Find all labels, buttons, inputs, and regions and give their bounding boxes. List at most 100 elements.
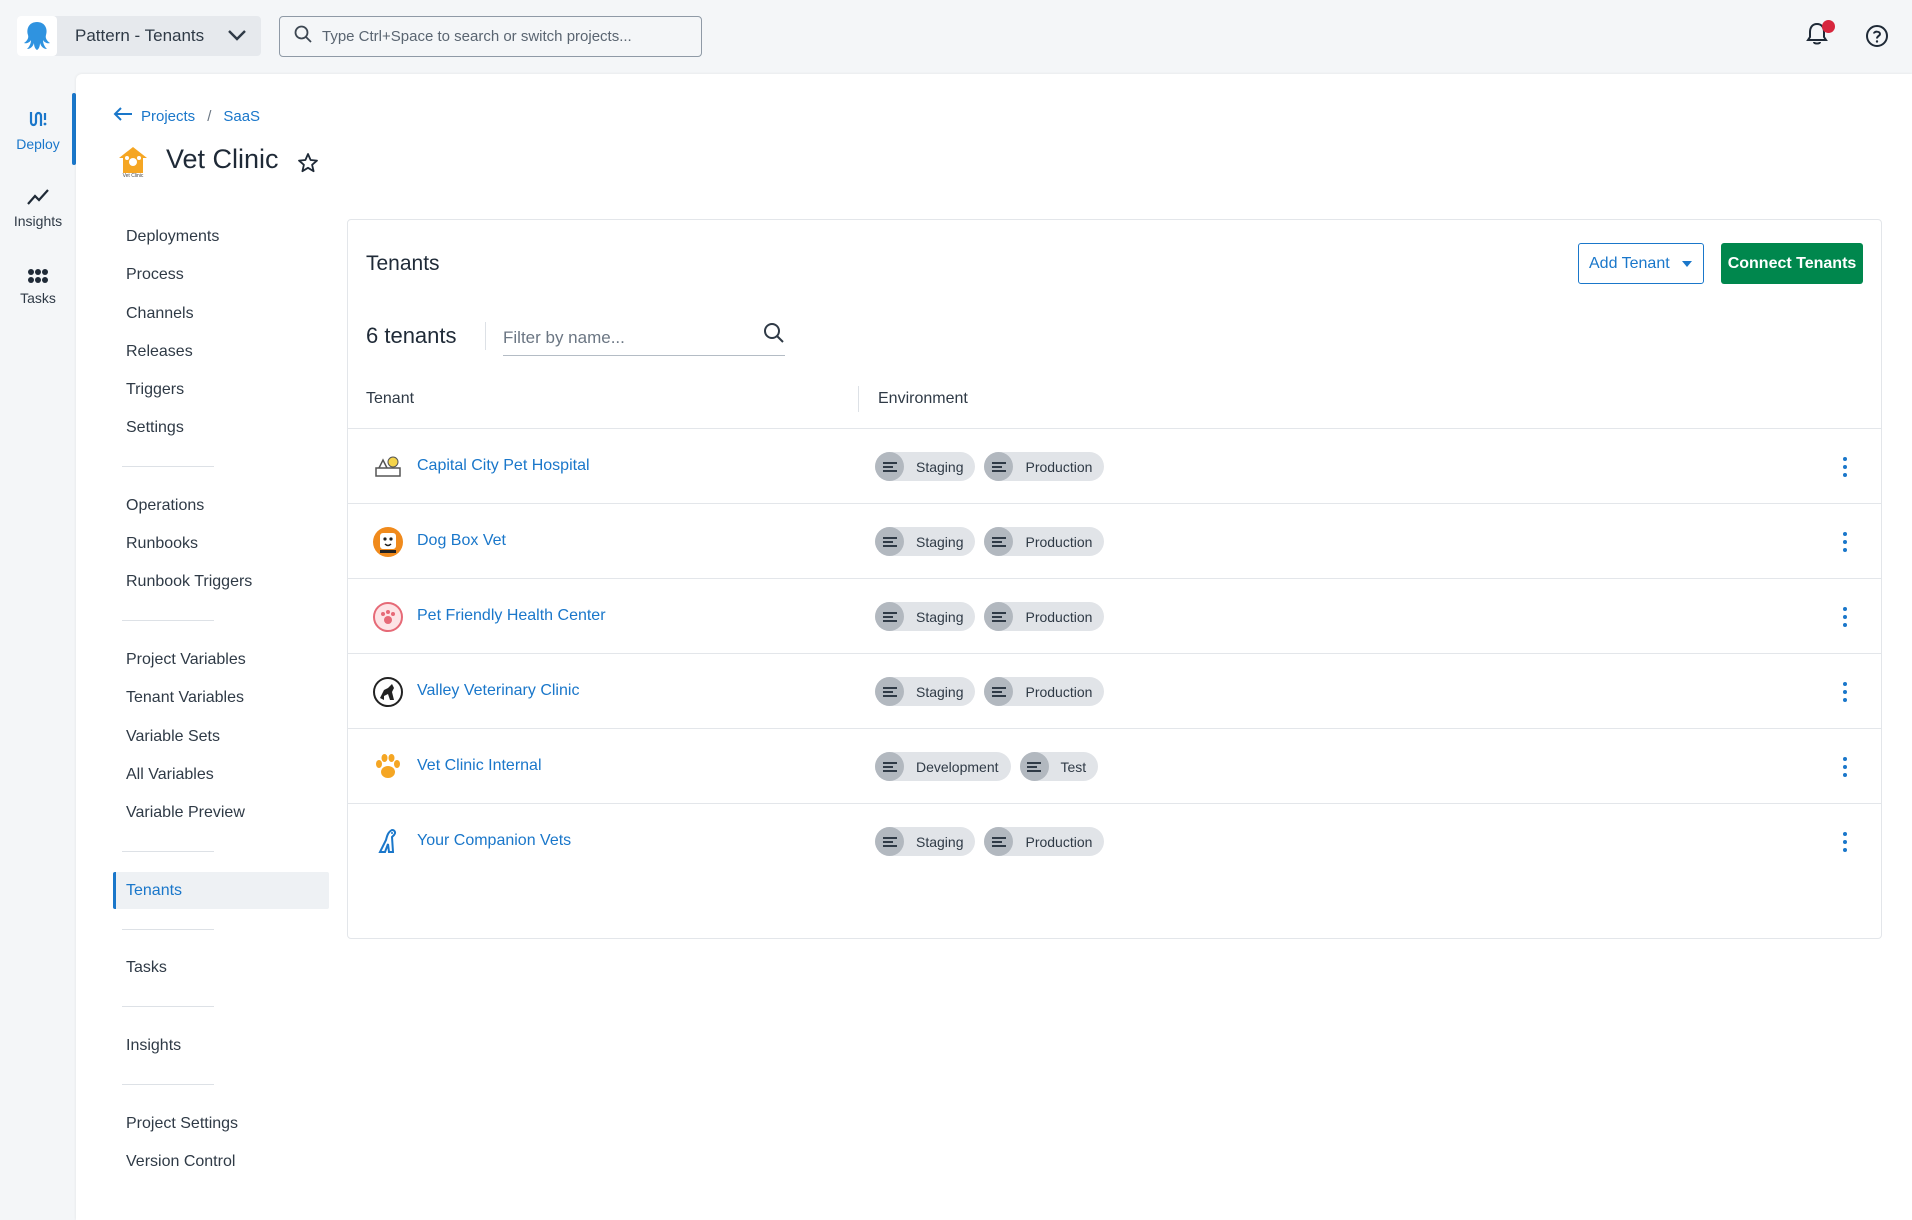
nav-runbooks[interactable]: Runbooks — [126, 535, 198, 553]
environment-icon — [984, 452, 1014, 481]
add-tenant-button[interactable]: Add Tenant — [1578, 243, 1704, 284]
nav-process[interactable]: Process — [126, 266, 184, 284]
rail-item-deploy[interactable]: Deploy — [0, 108, 76, 152]
rail-label-tasks: Tasks — [20, 290, 56, 306]
environment-label: Production — [1025, 458, 1093, 475]
environment-chip[interactable]: Staging — [875, 452, 976, 481]
valley-veterinary-logo-icon — [372, 676, 404, 708]
arrow-left-icon[interactable] — [113, 107, 133, 125]
row-menu-icon[interactable] — [1835, 530, 1855, 554]
environment-chips: Staging Production — [875, 527, 1105, 556]
nav-version-control[interactable]: Version Control — [126, 1153, 235, 1171]
tenant-name[interactable]: Vet Clinic Internal — [417, 757, 542, 775]
help-icon[interactable] — [1865, 24, 1889, 53]
tenant-count: 6 tenants — [366, 323, 457, 348]
breadcrumb: Projects / SaaS — [113, 107, 260, 125]
nav-settings[interactable]: Settings — [126, 419, 184, 437]
environment-chip[interactable]: Test — [1019, 752, 1099, 781]
search-input[interactable] — [322, 28, 682, 45]
nav-project-variables[interactable]: Project Variables — [126, 651, 246, 669]
environment-chip[interactable]: Production — [984, 827, 1105, 856]
nav-project-settings[interactable]: Project Settings — [126, 1115, 238, 1133]
nav-deployments[interactable]: Deployments — [126, 228, 219, 246]
environment-chips: Staging Production — [875, 452, 1105, 481]
nav-tasks[interactable]: Tasks — [126, 959, 167, 977]
environment-chip[interactable]: Production — [984, 452, 1105, 481]
top-bar: Pattern - Tenants — [0, 0, 1912, 73]
row-menu-icon[interactable] — [1835, 455, 1855, 479]
environment-chip[interactable]: Staging — [875, 677, 976, 706]
nav-variable-preview[interactable]: Variable Preview — [126, 804, 245, 822]
nav-insights[interactable]: Insights — [126, 1037, 181, 1055]
star-icon[interactable] — [297, 152, 319, 179]
table-row[interactable]: Pet Friendly Health Center Staging Produ… — [348, 579, 1881, 654]
table-row[interactable]: Your Companion Vets Staging Production — [348, 804, 1881, 879]
environment-chip[interactable]: Staging — [875, 602, 976, 631]
nav-divider — [122, 620, 214, 621]
nav-variable-sets[interactable]: Variable Sets — [126, 728, 220, 746]
environment-label: Test — [1060, 758, 1087, 775]
environment-icon — [875, 527, 904, 556]
space-switcher[interactable]: Pattern - Tenants — [17, 16, 261, 56]
row-menu-icon[interactable] — [1835, 680, 1855, 704]
row-menu-icon[interactable] — [1835, 830, 1855, 854]
connect-tenants-button[interactable]: Connect Tenants — [1721, 243, 1863, 284]
column-header-environment[interactable]: Environment — [878, 390, 968, 408]
environment-icon — [984, 527, 1014, 556]
column-divider — [858, 386, 859, 412]
environment-chip[interactable]: Development — [875, 752, 1011, 781]
environment-chips: Staging Production — [875, 602, 1105, 631]
octopus-logo-icon — [17, 16, 57, 56]
table-row[interactable]: Dog Box Vet Staging Production — [348, 504, 1881, 579]
environment-icon — [875, 752, 904, 781]
filter-input[interactable] — [503, 328, 743, 348]
environment-chip[interactable]: Production — [984, 677, 1105, 706]
table-row[interactable]: Valley Veterinary Clinic Staging Product… — [348, 654, 1881, 729]
row-menu-icon[interactable] — [1835, 605, 1855, 629]
tenant-name[interactable]: Capital City Pet Hospital — [417, 457, 590, 475]
nav-releases[interactable]: Releases — [126, 343, 193, 361]
tenant-name[interactable]: Valley Veterinary Clinic — [417, 682, 579, 700]
breadcrumb-projects[interactable]: Projects — [141, 108, 195, 125]
chevron-down-icon — [227, 28, 247, 47]
count-divider — [485, 322, 486, 350]
nav-channels[interactable]: Channels — [126, 305, 194, 323]
environment-icon — [984, 677, 1014, 706]
environment-icon — [875, 602, 904, 631]
nav-tenant-variables[interactable]: Tenant Variables — [126, 689, 244, 707]
nav-tenants[interactable]: Tenants — [126, 882, 182, 900]
capital-city-logo-icon — [372, 451, 404, 483]
environment-icon — [984, 602, 1014, 631]
environment-chip[interactable]: Production — [984, 602, 1105, 631]
svg-text:Vet Clinic: Vet Clinic — [123, 173, 144, 179]
table-row[interactable]: Capital City Pet Hospital Staging Produc… — [348, 429, 1881, 504]
column-header-tenant[interactable]: Tenant — [366, 390, 414, 408]
rail-item-tasks[interactable]: Tasks — [0, 268, 76, 306]
nav-operations[interactable]: Operations — [126, 497, 204, 515]
table-row[interactable]: Vet Clinic Internal Development Test — [348, 729, 1881, 804]
nav-all-variables[interactable]: All Variables — [126, 766, 214, 784]
environment-chip[interactable]: Staging — [875, 827, 976, 856]
nav-divider — [122, 1006, 214, 1007]
environment-chip[interactable]: Production — [984, 527, 1105, 556]
row-menu-icon[interactable] — [1835, 755, 1855, 779]
nav-triggers[interactable]: Triggers — [126, 381, 184, 399]
tenant-name[interactable]: Dog Box Vet — [417, 532, 506, 550]
filter-field[interactable] — [503, 318, 785, 356]
environment-chips: Development Test — [875, 752, 1099, 781]
tenant-name[interactable]: Your Companion Vets — [417, 832, 571, 850]
project-search[interactable] — [279, 16, 702, 57]
nav-runbook-triggers[interactable]: Runbook Triggers — [126, 573, 252, 591]
search-icon — [763, 322, 785, 349]
environment-label: Staging — [916, 833, 964, 850]
environment-chip[interactable]: Staging — [875, 527, 976, 556]
dog-box-logo-icon — [372, 526, 404, 558]
search-icon — [294, 25, 312, 48]
breadcrumb-group[interactable]: SaaS — [223, 108, 260, 125]
nav-divider — [122, 1084, 214, 1085]
nav-divider — [122, 929, 214, 930]
pet-friendly-logo-icon — [372, 601, 404, 633]
environment-chips: Staging Production — [875, 827, 1105, 856]
tenant-name[interactable]: Pet Friendly Health Center — [417, 607, 606, 625]
rail-item-insights[interactable]: Insights — [0, 187, 76, 229]
